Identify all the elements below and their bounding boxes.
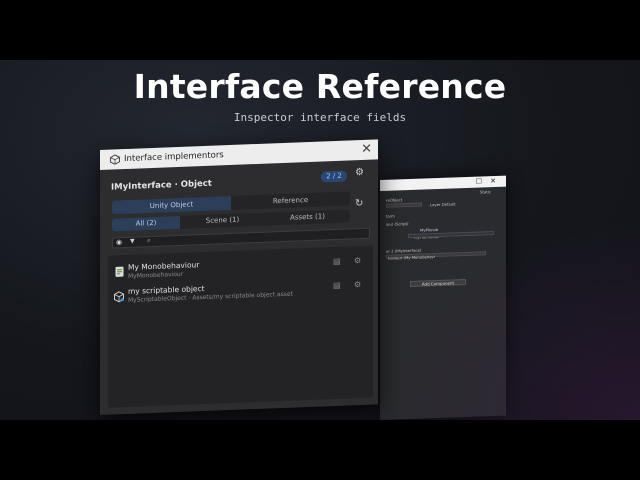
search-icon: ⌕ — [147, 236, 151, 245]
visibility-eye-icon[interactable]: ◉ — [116, 238, 122, 246]
add-component-button[interactable]: Add Component — [410, 278, 466, 287]
inspector-layer: Layer Default — [430, 201, 456, 208]
interface-type-heading: IMyInterface · Object — [111, 178, 212, 193]
unity-cube-icon — [110, 154, 120, 165]
hero-subtitle: Inspector interface fields — [233, 111, 407, 124]
inspector-script-header: iour (Script) — [386, 221, 409, 227]
inspector-object-name: reObject — [386, 197, 403, 203]
inspector-interface-header: er 2 (IMyInterface) — [386, 247, 422, 254]
inspector-plain-class: MyPlainClass — [414, 233, 439, 240]
close-icon[interactable]: ✕ — [361, 141, 372, 159]
tab-all[interactable]: All (2) — [112, 215, 180, 232]
ping-icon[interactable]: ▤ — [333, 257, 341, 266]
inspector-tag-field[interactable] — [386, 202, 422, 208]
maximize-icon[interactable]: ☐ — [476, 176, 482, 187]
inspector-transform: form — [386, 213, 395, 219]
ping-icon[interactable]: ▤ — [333, 281, 341, 290]
count-badge: 2 / 2 — [321, 170, 347, 183]
gear-icon[interactable]: ⚙ — [354, 256, 361, 265]
script-icon — [115, 266, 124, 277]
window-titlebar[interactable]: Interface implementors ✕ — [100, 139, 378, 170]
inspector-mono-field: MyMonob — [420, 226, 439, 233]
inspector-window: ☐ ✕ Static reObject Layer Default form i… — [380, 175, 506, 420]
list-item-type: MyMonobehaviour — [128, 270, 184, 280]
gear-icon[interactable]: ⚙ — [354, 280, 361, 289]
chevron-down-icon[interactable]: ▼ — [130, 238, 135, 245]
refresh-icon[interactable]: ↻ — [355, 198, 363, 209]
inspector-interface-value: haviour (My Monobehavi — [388, 254, 435, 261]
scriptable-object-icon — [114, 291, 124, 303]
gear-icon[interactable]: ⚙ — [355, 167, 365, 178]
stage: Interface Reference Inspector interface … — [0, 60, 640, 420]
list-item-name[interactable]: My Monobehaviour — [128, 260, 199, 272]
inspector-static-label: Static — [480, 189, 491, 195]
tab-unity-object[interactable]: Unity Object — [112, 195, 231, 215]
implementors-list: My Monobehaviour MyMonobehaviour ▤ ⚙ my … — [108, 245, 373, 408]
hero-title: Interface Reference — [133, 67, 507, 106]
inspector-plain-class-field[interactable] — [408, 231, 494, 239]
inspector-interface-field[interactable] — [386, 251, 486, 259]
tab-reference[interactable]: Reference — [231, 191, 350, 210]
tab-assets[interactable]: Assets (1) — [265, 209, 350, 225]
tab-scene[interactable]: Scene (1) — [180, 213, 265, 229]
close-icon[interactable]: ✕ — [490, 176, 496, 187]
interface-implementors-window: Interface implementors ✕ IMyInterface · … — [100, 139, 378, 415]
window-title: Interface implementors — [124, 150, 224, 165]
